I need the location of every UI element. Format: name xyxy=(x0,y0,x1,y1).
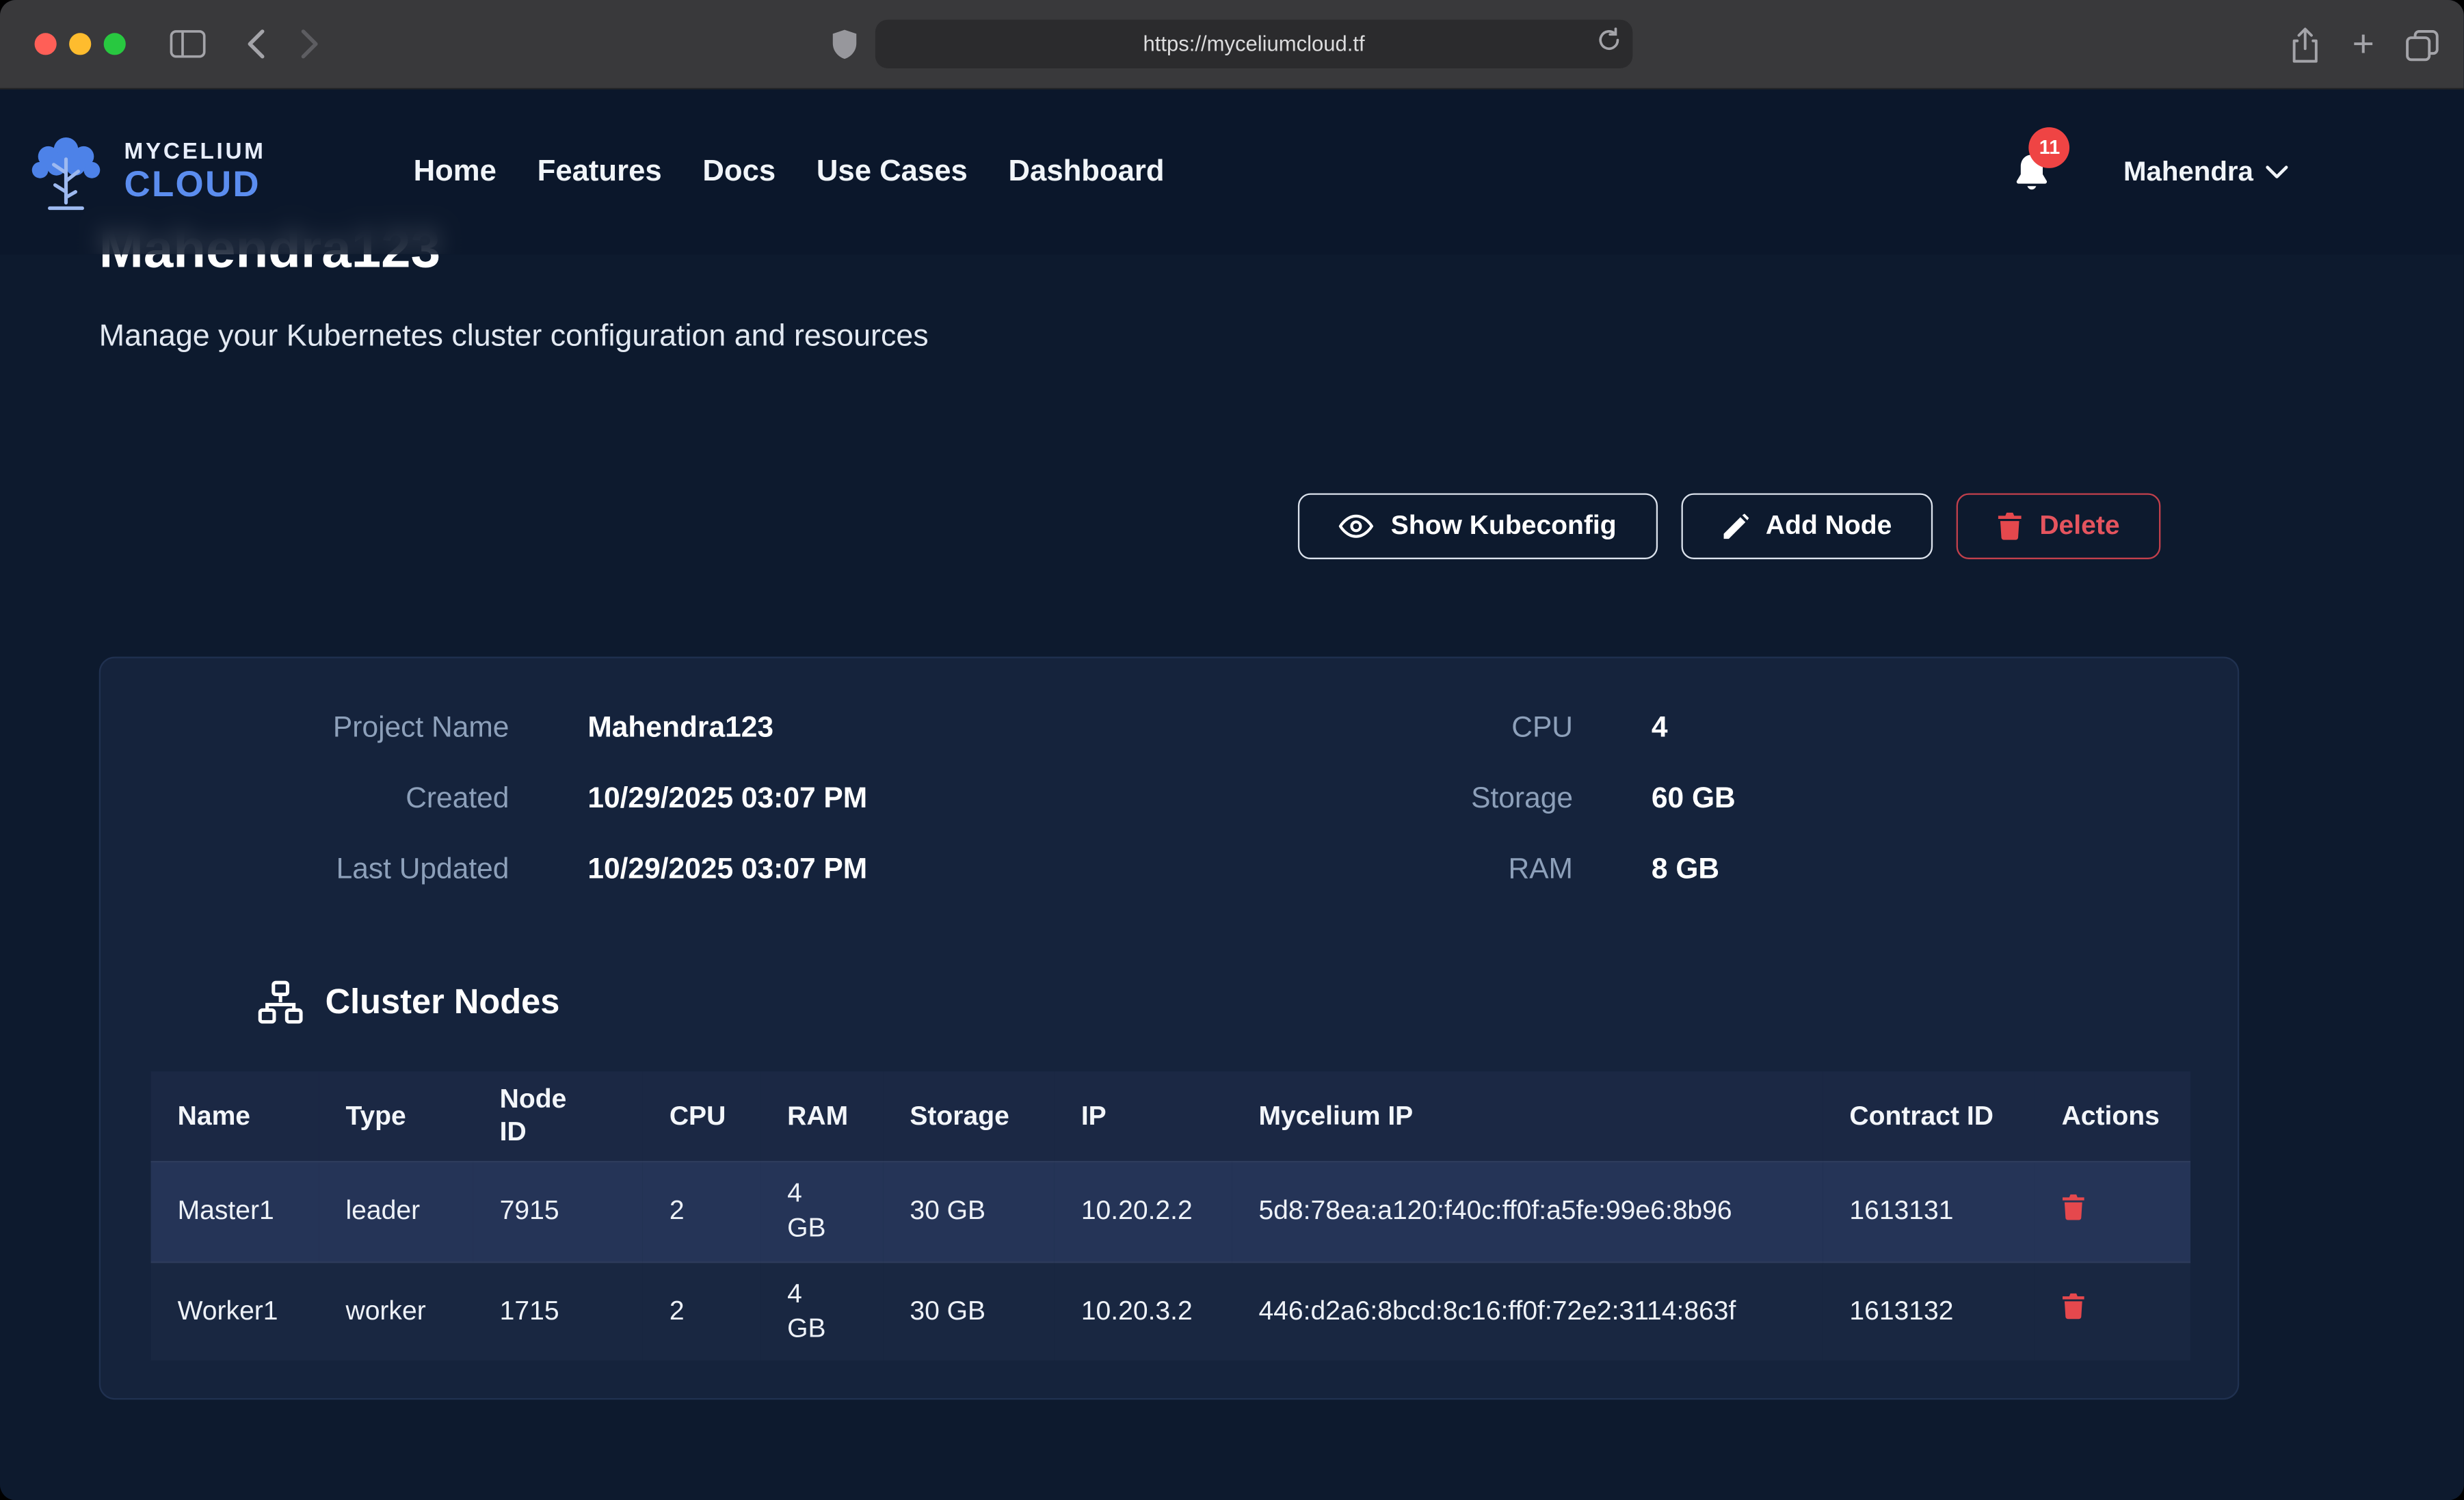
cell-cpu: 2 xyxy=(643,1261,760,1361)
window-zoom-button[interactable] xyxy=(104,33,126,55)
trash-icon xyxy=(1997,512,2022,540)
user-name: Mahendra xyxy=(2123,155,2253,188)
cell-ip: 10.20.3.2 xyxy=(1055,1261,1232,1361)
browser-window: https://myceliumcloud.tf + xyxy=(0,0,2464,1500)
cell-node-id: 7915 xyxy=(473,1161,643,1261)
detail-label: CPU xyxy=(1389,706,1573,748)
tab-overview-icon[interactable] xyxy=(2406,29,2439,61)
col-mycelium-ip: Mycelium IP xyxy=(1232,1071,1823,1161)
url-text: https://myceliumcloud.tf xyxy=(1143,32,1365,55)
col-name: Name xyxy=(151,1071,319,1161)
detail-label: Storage xyxy=(1389,776,1573,818)
cell-name: Worker1 xyxy=(151,1261,319,1361)
webpage: Mahendra123 Manage your Kubernetes clust… xyxy=(0,90,2464,1500)
cell-name: Master1 xyxy=(151,1161,319,1261)
site-navbar: MYCELIUM CLOUD Home Features Docs Use Ca… xyxy=(0,90,2464,254)
cell-contract-id: 1613131 xyxy=(1823,1161,2035,1261)
delete-node-icon[interactable] xyxy=(2062,1193,2085,1220)
toolbar-right-icons: + xyxy=(2290,0,2439,90)
table-row-worker1: Worker1 worker 1715 2 4 GB 30 GB 10.20.3… xyxy=(151,1261,2190,1361)
detail-value: 8 GB xyxy=(1652,846,2238,889)
action-buttons: Show Kubeconfig Add Node xyxy=(99,493,2239,559)
browser-toolbar: https://myceliumcloud.tf + xyxy=(0,0,2464,90)
detail-label: RAM xyxy=(1389,846,1573,889)
share-icon[interactable] xyxy=(2290,26,2321,64)
cell-cpu: 2 xyxy=(643,1161,760,1261)
detail-value: Mahendra123 xyxy=(587,706,1310,748)
nav-link-dashboard[interactable]: Dashboard xyxy=(1009,155,1165,189)
nav-link-use-cases[interactable]: Use Cases xyxy=(817,155,968,189)
cell-contract-id: 1613132 xyxy=(1823,1261,2035,1361)
col-cpu: CPU xyxy=(643,1071,760,1161)
cluster-nodes-heading: Cluster Nodes xyxy=(258,978,2238,1026)
cell-storage: 30 GB xyxy=(883,1161,1054,1261)
cell-storage: 30 GB xyxy=(883,1261,1054,1361)
nav-link-features[interactable]: Features xyxy=(538,155,662,189)
eye-icon xyxy=(1339,513,1374,539)
cell-actions xyxy=(2035,1161,2190,1261)
col-contract-id: Contract ID xyxy=(1823,1071,2035,1161)
detail-label: Created xyxy=(101,776,509,818)
new-tab-icon[interactable]: + xyxy=(2353,26,2374,64)
notifications-button[interactable]: 11 xyxy=(2013,152,2051,193)
col-actions: Actions xyxy=(2035,1071,2190,1161)
detail-value: 10/29/2025 03:07 PM xyxy=(587,776,1310,818)
table-row-master1: Master1 leader 7915 2 4 GB 30 GB 10.20.2… xyxy=(151,1161,2190,1261)
delete-cluster-button[interactable]: Delete xyxy=(1957,493,2161,559)
col-type: Type xyxy=(319,1071,473,1161)
sitemap-icon xyxy=(258,980,304,1024)
cell-ram: 4 GB xyxy=(760,1261,883,1361)
nav-links: Home Features Docs Use Cases Dashboard xyxy=(414,155,1165,189)
nav-right: 11 Mahendra xyxy=(2013,152,2288,193)
page-subtitle: Manage your Kubernetes cluster configura… xyxy=(99,317,2464,355)
cluster-nodes-table: Name Type Node ID CPU RAM Storage IP Myc… xyxy=(151,1071,2190,1361)
brand-name-top: MYCELIUM xyxy=(124,141,266,163)
window-minimize-button[interactable] xyxy=(69,33,91,55)
detail-label: Last Updated xyxy=(101,846,509,889)
cell-type: leader xyxy=(319,1161,473,1261)
col-node-id: Node ID xyxy=(473,1071,643,1161)
nav-link-home[interactable]: Home xyxy=(414,155,496,189)
privacy-shield-icon[interactable] xyxy=(831,28,858,59)
reload-icon[interactable] xyxy=(1596,27,1621,53)
cluster-detail-card: Project Name Mahendra123 CPU 4 Created 1… xyxy=(99,656,2239,1399)
brand-logo[interactable]: MYCELIUM CLOUD xyxy=(22,131,265,213)
detail-label: Project Name xyxy=(101,706,509,748)
col-ip: IP xyxy=(1055,1071,1232,1161)
cell-mycelium-ip: 5d8:78ea:a120:f40c:ff0f:a5fe:99e6:8b96 xyxy=(1232,1161,1823,1261)
mycelium-logo-icon xyxy=(22,131,110,213)
cell-ram: 4 GB xyxy=(760,1161,883,1261)
delete-node-icon[interactable] xyxy=(2062,1294,2085,1320)
add-node-button[interactable]: Add Node xyxy=(1681,493,1933,559)
window-close-button[interactable] xyxy=(35,33,57,55)
user-menu[interactable]: Mahendra xyxy=(2123,155,2288,188)
cluster-details: Project Name Mahendra123 CPU 4 Created 1… xyxy=(101,706,2238,889)
back-icon[interactable] xyxy=(247,28,266,59)
cell-type: worker xyxy=(319,1261,473,1361)
nav-link-docs[interactable]: Docs xyxy=(702,155,776,189)
cell-node-id: 1715 xyxy=(473,1261,643,1361)
col-ram: RAM xyxy=(760,1071,883,1161)
detail-value: 60 GB xyxy=(1652,776,2238,818)
col-storage: Storage xyxy=(883,1071,1054,1161)
brand-name-bottom: CLOUD xyxy=(124,167,266,203)
sidebar-toggle-icon[interactable] xyxy=(170,30,206,58)
notification-badge: 11 xyxy=(2029,126,2070,168)
address-bar-group: https://myceliumcloud.tf xyxy=(831,20,1632,68)
chevron-down-icon xyxy=(2266,165,2288,179)
cluster-page: Mahendra123 Manage your Kubernetes clust… xyxy=(0,90,2464,1500)
detail-value: 10/29/2025 03:07 PM xyxy=(587,846,1310,889)
detail-value: 4 xyxy=(1652,706,2238,748)
table-header-row: Name Type Node ID CPU RAM Storage IP Myc… xyxy=(151,1071,2190,1161)
cell-mycelium-ip: 446:d2a6:8bcd:8c16:ff0f:72e2:3114:863f xyxy=(1232,1261,1823,1361)
address-bar[interactable]: https://myceliumcloud.tf xyxy=(875,20,1632,68)
cell-actions xyxy=(2035,1261,2190,1361)
pencil-icon xyxy=(1722,513,1749,539)
cell-ip: 10.20.2.2 xyxy=(1055,1161,1232,1261)
show-kubeconfig-button[interactable]: Show Kubeconfig xyxy=(1298,493,1657,559)
forward-icon[interactable] xyxy=(300,28,319,59)
traffic-lights xyxy=(0,33,126,55)
